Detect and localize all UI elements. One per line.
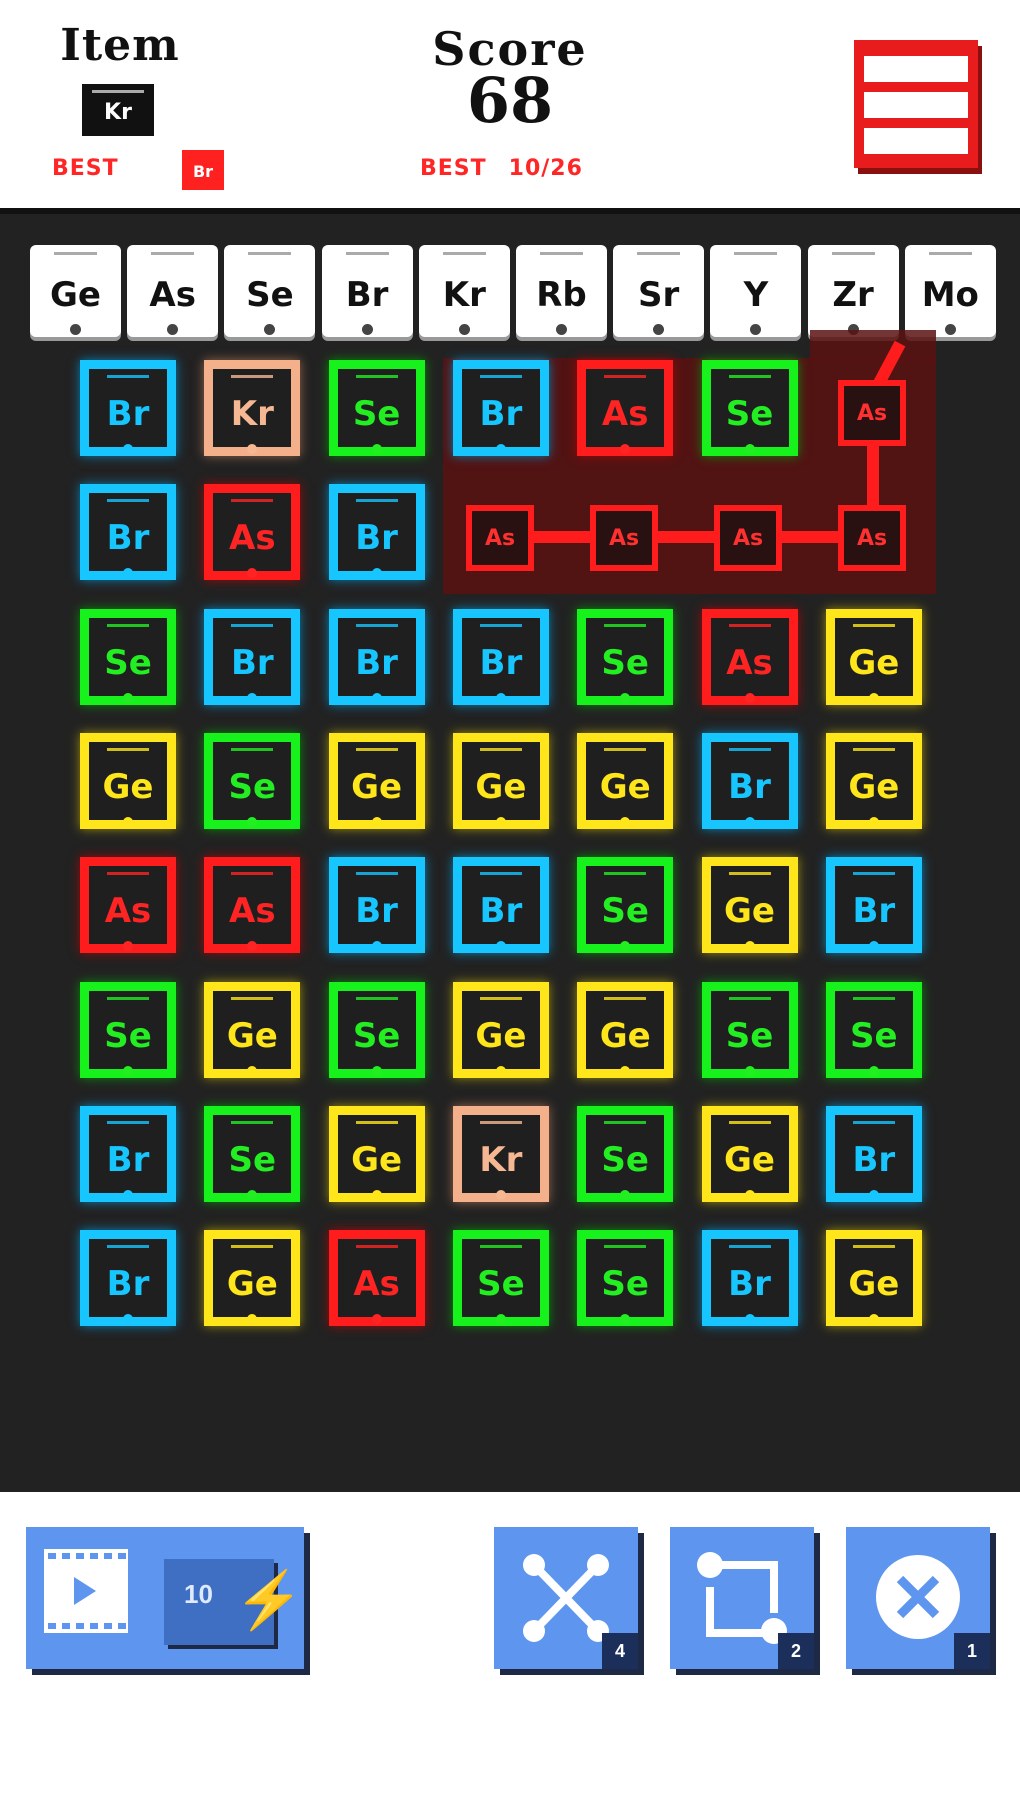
element-tile[interactable]: Se	[577, 1105, 674, 1202]
video-icon	[44, 1549, 128, 1633]
element-tile[interactable]: As	[204, 857, 301, 954]
element-cell: Y	[710, 245, 802, 337]
element-tile[interactable]: As	[577, 360, 674, 456]
element-tile[interactable]: Br	[204, 608, 301, 705]
element-tile[interactable]: Ge	[701, 857, 798, 954]
element-tile[interactable]: Se	[577, 1230, 674, 1327]
board-divider	[0, 208, 1020, 214]
swap-button[interactable]: 2	[670, 1527, 814, 1669]
element-tile[interactable]: Se	[328, 981, 425, 1078]
chain-tile[interactable]: As	[466, 505, 534, 571]
chain-highlight-top	[810, 330, 936, 360]
element-cell: As	[127, 245, 219, 337]
element-cell: Se	[224, 245, 316, 337]
element-tile[interactable]: Se	[80, 608, 176, 705]
swap-count: 2	[778, 1633, 814, 1669]
element-tile[interactable]: As	[204, 484, 301, 581]
element-tile[interactable]: Se	[577, 857, 674, 954]
chain-tile[interactable]: As	[590, 505, 658, 571]
periodic-table-strip: Ge As Se Br Kr Rb Sr Y Zr Mo	[30, 245, 996, 337]
element-cell: Mo	[904, 245, 996, 337]
best-score-value: 10/26	[508, 156, 583, 181]
element-tile[interactable]: Br	[80, 1230, 176, 1327]
element-tile[interactable]: Ge	[452, 732, 549, 829]
element-tile[interactable]: Ge	[825, 732, 922, 829]
element-cell: Kr	[418, 245, 510, 337]
shuffle-count: 4	[602, 1633, 638, 1669]
element-tile[interactable]: Br	[328, 484, 425, 581]
video-reward-count: 10	[184, 1579, 213, 1609]
element-tile[interactable]: Br	[328, 608, 425, 705]
element-cell: Zr	[807, 245, 899, 337]
element-cell: Rb	[516, 245, 607, 337]
element-tile[interactable]: Br	[80, 360, 176, 456]
element-tile[interactable]: Se	[204, 1105, 301, 1202]
element-tile[interactable]: Ge	[577, 981, 674, 1078]
element-tile[interactable]: Br	[825, 1105, 922, 1202]
current-item-tile: Kr	[82, 84, 154, 136]
video-reward: 10 ⚡	[164, 1559, 304, 1645]
best-score-label: BEST	[420, 156, 487, 181]
element-tile[interactable]: Ge	[701, 1105, 798, 1202]
lightning-icon: ⚡	[234, 1568, 304, 1631]
chain-link	[502, 531, 874, 543]
element-tile[interactable]: Ge	[328, 732, 425, 829]
element-tile[interactable]: Se	[452, 1230, 549, 1327]
game-header: Item Kr BEST Br Score 68 BEST 10/26	[0, 0, 1020, 208]
element-tile[interactable]: Se	[577, 608, 674, 705]
element-tile[interactable]: Kr	[204, 360, 301, 456]
element-tile[interactable]: Br	[701, 732, 798, 829]
element-tile[interactable]: As	[80, 857, 176, 954]
element-tile[interactable]: Se	[825, 981, 922, 1078]
element-tile[interactable]: Br	[825, 857, 922, 954]
element-tile[interactable]: Br	[701, 1230, 798, 1327]
remove-count: 1	[954, 1633, 990, 1669]
best-item-label: BEST	[52, 156, 119, 181]
element-tile[interactable]: Ge	[204, 981, 301, 1078]
watch-video-button[interactable]: 10 ⚡	[26, 1527, 304, 1669]
element-tile[interactable]: Ge	[204, 1230, 301, 1327]
score-value: 68	[466, 64, 554, 137]
menu-button[interactable]	[854, 40, 978, 168]
chain-tile[interactable]: As	[714, 505, 782, 571]
element-tile[interactable]: Ge	[577, 732, 674, 829]
element-tile[interactable]: Ge	[328, 1105, 425, 1202]
element-tile[interactable]: Br	[452, 608, 549, 705]
element-tile[interactable]: Se	[701, 981, 798, 1078]
best-item-badge: Br	[182, 150, 224, 190]
remove-button[interactable]: 1	[846, 1527, 990, 1669]
element-tile[interactable]: Ge	[825, 608, 922, 705]
element-tile[interactable]: Kr	[452, 1105, 549, 1202]
element-tile[interactable]: As	[328, 1230, 425, 1327]
element-tile[interactable]: Se	[204, 732, 301, 829]
element-tile[interactable]: Br	[452, 360, 549, 456]
element-tile[interactable]: Ge	[452, 981, 549, 1078]
shuffle-button[interactable]: 4	[494, 1527, 638, 1669]
element-cell: Ge	[30, 245, 121, 337]
element-tile[interactable]: Br	[328, 857, 425, 954]
element-tile[interactable]: Ge	[80, 732, 176, 829]
element-tile[interactable]: Se	[701, 360, 798, 456]
element-tile[interactable]: Br	[80, 484, 176, 581]
element-cell: Sr	[613, 245, 705, 337]
element-tile[interactable]: Se	[328, 360, 425, 456]
element-tile[interactable]: As	[701, 608, 798, 705]
element-cell: Br	[321, 245, 413, 337]
element-tile[interactable]: Br	[452, 857, 549, 954]
element-tile[interactable]: Se	[80, 981, 176, 1078]
chain-tile[interactable]: As	[838, 380, 906, 446]
element-tile[interactable]: Br	[80, 1105, 176, 1202]
best-score: BEST 10/26	[420, 156, 583, 181]
chain-tile[interactable]: As	[838, 505, 906, 571]
element-tile[interactable]: Ge	[825, 1230, 922, 1327]
item-title: Item	[60, 20, 180, 71]
